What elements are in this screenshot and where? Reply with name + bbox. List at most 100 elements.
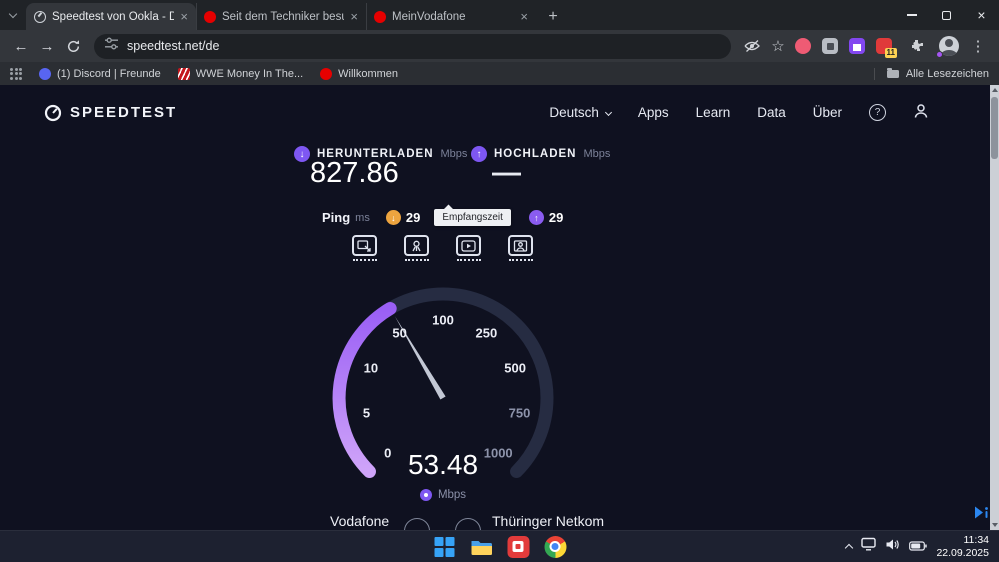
tray-date: 22.09.2025: [936, 546, 989, 559]
tab-close-icon[interactable]: ×: [180, 10, 188, 23]
page-scrollbar[interactable]: [990, 85, 999, 530]
result-image-button[interactable]: [352, 235, 377, 261]
help-icon[interactable]: ?: [869, 104, 886, 121]
extension-icon-1[interactable]: [795, 38, 811, 54]
ping-label: Ping: [322, 210, 351, 225]
tray-time: 11:34: [963, 534, 990, 546]
network-icon[interactable]: [861, 537, 877, 556]
isp-detail-button[interactable]: [404, 518, 430, 530]
account-icon[interactable]: [913, 103, 929, 122]
nav-apps[interactable]: Apps: [638, 105, 669, 120]
extension-icon-3[interactable]: [849, 38, 865, 54]
download-unit: Mbps: [440, 148, 468, 160]
server-detail-button[interactable]: [455, 518, 481, 530]
maximize-button[interactable]: [929, 0, 964, 30]
bookmark-willkommen[interactable]: Willkommen: [320, 67, 398, 80]
avatar-body: [941, 50, 957, 56]
folder-icon: [471, 540, 492, 555]
language-select[interactable]: Deutsch: [549, 105, 612, 120]
send-latency-icon: ↑: [528, 210, 544, 225]
speed-gauge: 0 5 10 50 100 250 500 750 1000: [332, 287, 554, 479]
gauge-tick: 5: [363, 406, 370, 421]
scroll-up-arrow[interactable]: [991, 88, 998, 92]
taskbar-app-red-button[interactable]: [506, 535, 530, 559]
tab-vodafone-support[interactable]: Seit dem Techniker besuch seh... ×: [196, 3, 366, 30]
battery-icon[interactable]: [909, 538, 928, 556]
extensions-puzzle-icon[interactable]: [903, 33, 929, 59]
start-button[interactable]: [432, 535, 456, 559]
gauge-tick: 500: [504, 361, 526, 376]
site-settings-icon[interactable]: [105, 37, 118, 55]
gauge-tick: 100: [432, 313, 454, 328]
result-video-button[interactable]: [456, 235, 481, 261]
tab-close-icon[interactable]: ×: [520, 10, 528, 23]
send-latency-value: 29: [548, 210, 564, 225]
reaction-icon: [404, 235, 429, 256]
current-speed-unit: Mbps: [437, 489, 467, 501]
speedtest-favicon: [34, 10, 46, 23]
minimize-icon: [906, 14, 917, 16]
new-tab-button[interactable]: +: [540, 3, 566, 30]
tab-title: Speedtest von Ookla - Der umf...: [52, 10, 175, 23]
extension-icon-adblocker[interactable]: 11: [876, 38, 897, 58]
vodafone-favicon: [374, 10, 386, 23]
taskbar-icons: [432, 531, 567, 562]
speedtest-logo-icon: [44, 104, 62, 121]
chevron-down-icon: [604, 108, 612, 117]
tab-meinvodafone[interactable]: MeinVodafone ×: [366, 3, 536, 30]
dotted-underline: [508, 259, 533, 261]
brand-name: SPEEDTEST: [70, 104, 178, 121]
chrome-button[interactable]: [543, 535, 567, 559]
avatar-head: [945, 39, 953, 47]
vodafone-favicon: [204, 10, 216, 23]
bookmark-discord[interactable]: (1) Discord | Freunde: [39, 67, 161, 80]
tab-speedtest[interactable]: Speedtest von Ookla - Der umf... ×: [26, 3, 196, 30]
scroll-down-arrow[interactable]: [991, 523, 998, 527]
current-speed-unit-row: Mbps: [323, 489, 563, 501]
nav-ueber[interactable]: Über: [813, 105, 842, 120]
current-speed-value: 53.48: [407, 449, 479, 480]
bookmark-star-icon[interactable]: ☆: [765, 33, 791, 59]
discord-favicon: [39, 67, 51, 80]
minimize-button[interactable]: [894, 0, 929, 30]
close-window-button[interactable]: ×: [964, 0, 999, 30]
profile-button[interactable]: [936, 36, 959, 58]
site-header: SPEEDTEST Deutsch Apps Learn Data Über ?: [44, 103, 929, 122]
nav-data[interactable]: Data: [757, 105, 786, 120]
upload-arrow-icon: ↑: [471, 146, 487, 162]
ping-unit: ms: [355, 211, 370, 224]
reload-button[interactable]: [60, 33, 86, 59]
profile-status-dot: [936, 51, 943, 58]
result-portrait-button[interactable]: [508, 235, 533, 261]
result-reaction-button[interactable]: [404, 235, 429, 261]
receive-latency-value: 29: [405, 210, 421, 225]
apps-grid-icon[interactable]: [10, 67, 22, 80]
tab-title: Seit dem Techniker besuch seh...: [222, 10, 344, 23]
address-bar[interactable]: speedtest.net/de: [94, 33, 731, 59]
speedtest-logo[interactable]: SPEEDTEST: [44, 104, 177, 122]
tracking-protection-icon[interactable]: [739, 33, 765, 59]
forward-button[interactable]: →: [34, 33, 60, 59]
download-value: 827.86: [310, 157, 399, 189]
all-bookmarks-button[interactable]: Alle Lesezeichen: [873, 67, 989, 80]
nav-learn[interactable]: Learn: [696, 105, 731, 120]
scrollbar-thumb[interactable]: [991, 97, 998, 159]
tab-close-icon[interactable]: ×: [350, 10, 358, 23]
file-explorer-button[interactable]: [469, 535, 493, 559]
volume-icon[interactable]: [885, 538, 900, 556]
back-button[interactable]: ←: [8, 33, 34, 59]
adchoices-icon[interactable]: [972, 505, 990, 525]
dotted-underline: [456, 259, 481, 261]
wwe-favicon: [177, 67, 190, 80]
upload-value: —: [492, 157, 521, 189]
bookmark-wwe[interactable]: WWE Money In The...: [177, 67, 303, 80]
dotted-underline: [404, 259, 429, 261]
gauge-tick: 250: [476, 326, 498, 341]
result-actions: [352, 235, 533, 261]
system-tray: 11:34 22.09.2025: [845, 531, 989, 562]
tab-search-button[interactable]: [0, 0, 26, 30]
clock[interactable]: 11:34 22.09.2025: [936, 534, 989, 559]
hidden-icons-chevron[interactable]: [845, 543, 854, 553]
menu-icon[interactable]: ⋮: [965, 33, 991, 59]
extension-icon-2[interactable]: [822, 38, 838, 54]
